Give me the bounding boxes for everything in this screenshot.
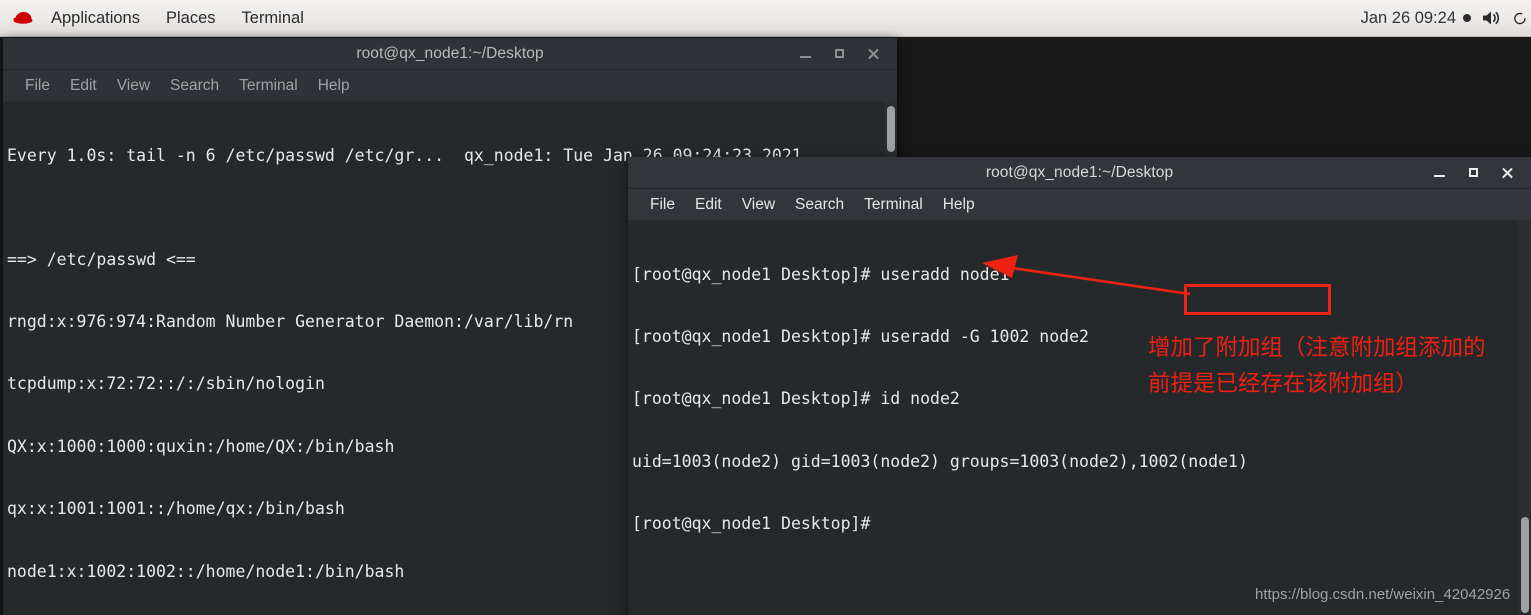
- panel-clock[interactable]: Jan 26 09:24: [1361, 9, 1471, 28]
- bg-menu-search[interactable]: Search: [160, 75, 229, 97]
- fg-line: uid=1003(node2) gid=1003(node2) groups=1…: [632, 451, 1248, 471]
- bg-maximize-button[interactable]: [831, 46, 847, 62]
- bg-menubar: File Edit View Search Terminal Help: [3, 70, 897, 102]
- fg-line: [root@qx_node1 Desktop]#: [632, 514, 871, 534]
- fg-scrollbar-thumb[interactable]: [1521, 517, 1529, 613]
- fg-line: [root@qx_node1 Desktop]# useradd -G 1002…: [632, 326, 1089, 346]
- power-icon[interactable]: [1513, 9, 1527, 27]
- bg-menu-file[interactable]: File: [15, 75, 60, 97]
- fg-menu-search[interactable]: Search: [785, 194, 854, 216]
- bg-menu-help[interactable]: Help: [308, 75, 360, 97]
- recording-indicator-icon: [1463, 14, 1471, 22]
- fg-titlebar[interactable]: root@qx_node1:~/Desktop: [628, 157, 1531, 189]
- fg-terminal-scrollbar[interactable]: [1518, 221, 1531, 615]
- redhat-icon: [10, 9, 36, 27]
- fg-menu-help[interactable]: Help: [933, 194, 985, 216]
- bg-titlebar[interactable]: root@qx_node1:~/Desktop: [3, 38, 897, 70]
- speaker-icon[interactable]: [1481, 9, 1503, 27]
- panel-right-group: Jan 26 09:24: [1361, 9, 1531, 28]
- fg-maximize-button[interactable]: [1465, 165, 1481, 181]
- bg-menu-view[interactable]: View: [107, 75, 160, 97]
- fg-menubar: File Edit View Search Terminal Help: [628, 189, 1531, 221]
- bg-menu-edit[interactable]: Edit: [60, 75, 107, 97]
- bg-window-buttons: [797, 46, 897, 62]
- panel-menu-terminal[interactable]: Terminal: [229, 6, 317, 31]
- panel-left-group: Applications Places Terminal: [0, 6, 317, 31]
- fg-line: [root@qx_node1 Desktop]# useradd node1: [632, 264, 1010, 284]
- panel-menu-applications[interactable]: Applications: [38, 6, 153, 31]
- fg-menu-edit[interactable]: Edit: [685, 194, 732, 216]
- foreground-terminal-window[interactable]: root@qx_node1:~/Desktop File Edit View S…: [628, 157, 1531, 615]
- fg-line: [root@qx_node1 Desktop]# id node2: [632, 389, 960, 409]
- bg-window-title: root@qx_node1:~/Desktop: [356, 44, 544, 62]
- bg-minimize-button[interactable]: [797, 46, 813, 62]
- fg-menu-view[interactable]: View: [732, 194, 785, 216]
- fg-terminal-output[interactable]: [root@qx_node1 Desktop]# useradd node1 […: [628, 221, 1531, 615]
- bg-scrollbar-thumb[interactable]: [887, 106, 895, 152]
- fg-close-button[interactable]: [1499, 165, 1515, 181]
- top-panel: Applications Places Terminal Jan 26 09:2…: [0, 0, 1531, 37]
- panel-menu-places[interactable]: Places: [153, 6, 229, 31]
- clock-text: Jan 26 09:24: [1360, 8, 1456, 27]
- fg-menu-terminal[interactable]: Terminal: [854, 194, 933, 216]
- fg-minimize-button[interactable]: [1431, 165, 1447, 181]
- desktop-screen: Applications Places Terminal Jan 26 09:2…: [0, 0, 1531, 615]
- fg-menu-file[interactable]: File: [640, 194, 685, 216]
- fg-window-buttons: [1431, 165, 1531, 181]
- bg-close-button[interactable]: [865, 46, 881, 62]
- bg-menu-terminal[interactable]: Terminal: [229, 75, 308, 97]
- fg-window-title: root@qx_node1:~/Desktop: [985, 163, 1174, 181]
